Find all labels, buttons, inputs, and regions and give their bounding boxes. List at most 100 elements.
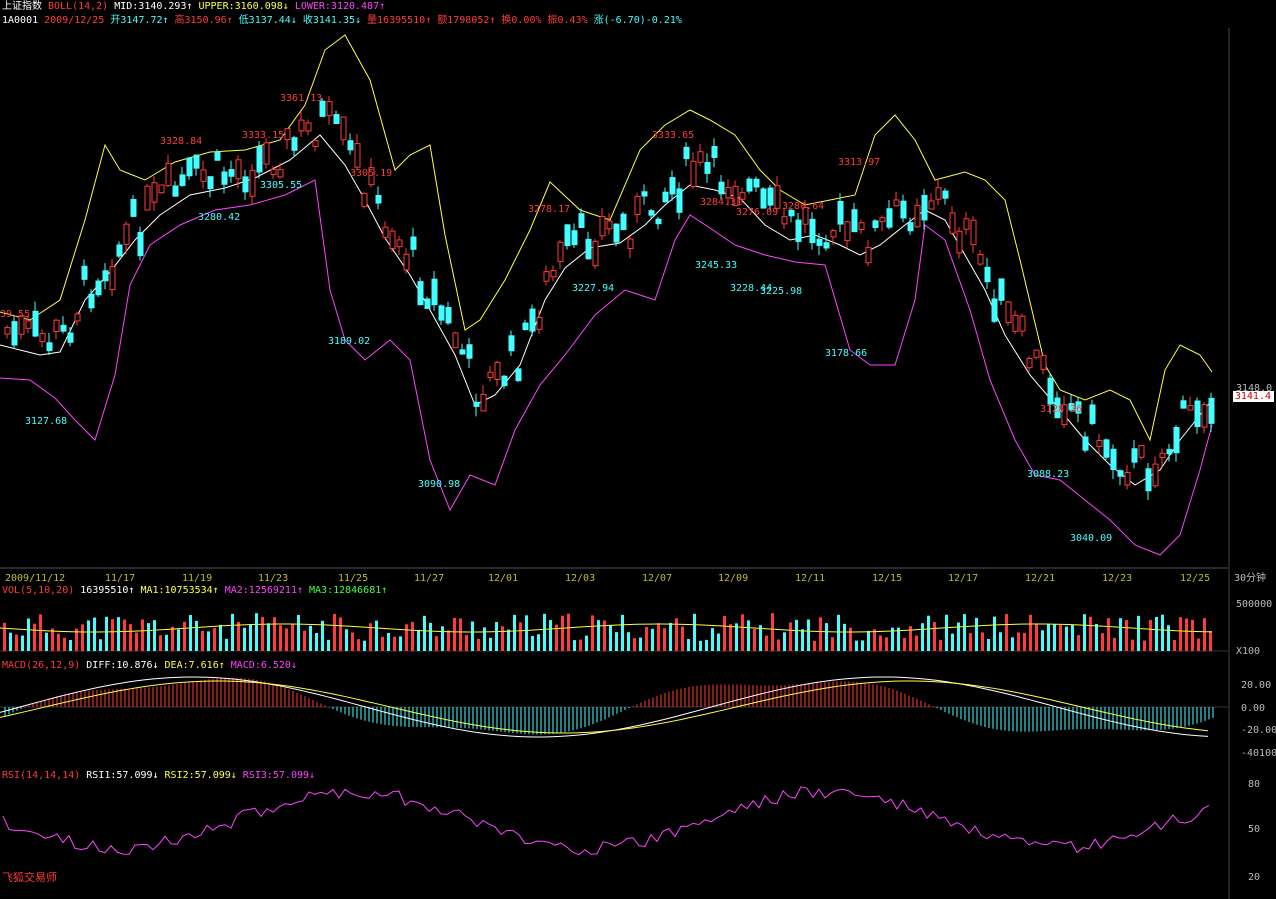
price-annotation-high: 3328.84 [160, 136, 202, 147]
price-annotation-low: 3225.98 [760, 286, 802, 297]
quote-high: 高3150.96↑ [174, 15, 233, 26]
candle-body [480, 393, 487, 412]
candle-body [207, 176, 214, 190]
vol-ma2: MA2:12569211↑ [224, 585, 303, 596]
time-axis-label: 11/19 [182, 573, 212, 584]
macd-axis-label: 0.00 [1241, 703, 1265, 714]
candle-body [424, 298, 431, 309]
candle-body [221, 171, 228, 185]
candle-body [900, 200, 907, 219]
candle-body [410, 236, 417, 250]
candle-body [872, 220, 879, 228]
period-label: 30分钟 [1234, 571, 1266, 584]
candle-body [1110, 448, 1117, 470]
candle-body [109, 266, 116, 291]
candle-body [130, 198, 137, 217]
candle-body [340, 116, 347, 141]
volume-bar [459, 618, 462, 651]
volume-bar [1077, 635, 1080, 651]
volume-bar [483, 627, 486, 651]
volume-bar [771, 613, 774, 651]
volume-bar [549, 620, 552, 651]
volume-bar [363, 640, 366, 651]
candle-body [823, 242, 830, 249]
volume-bar [261, 617, 264, 651]
volume-bar [201, 631, 204, 651]
candle-body [1124, 472, 1131, 486]
volume-bar [885, 637, 888, 651]
volume-bar [1089, 616, 1092, 651]
volume-bar [945, 614, 948, 651]
volume-bar [309, 625, 312, 651]
candle-body [781, 216, 788, 225]
candle-body [396, 239, 403, 248]
volume-bar [933, 622, 936, 651]
time-axis-label: 11/17 [105, 573, 135, 584]
volume-bar [831, 637, 834, 651]
volume-bar [489, 637, 492, 651]
candle-body [179, 174, 186, 186]
volume-bar [717, 633, 720, 651]
time-axis-label: 12/17 [948, 573, 978, 584]
volume-bar [501, 626, 504, 651]
price-annotation-high: 3333.65 [652, 130, 694, 141]
volume-bar [159, 635, 162, 651]
candle-body [431, 278, 438, 306]
volume-bar [1191, 619, 1194, 651]
candle-body [46, 342, 53, 352]
volume-bar [63, 637, 66, 651]
volume-bar [357, 639, 360, 651]
candle-body [256, 146, 263, 173]
candle-body [284, 128, 291, 141]
volume-bar [3, 622, 6, 651]
volume-bar [297, 614, 300, 651]
candle-body [53, 319, 60, 333]
volume-bar [1209, 631, 1212, 651]
volume-bar [579, 639, 582, 651]
candle-body [67, 332, 74, 343]
volume-bar [327, 639, 330, 651]
candle-body [39, 332, 46, 343]
volume-header: VOL(5,10,20) 16395510↑ MA1:10753534↑ MA2:12… [2, 585, 393, 597]
candle-body [1159, 452, 1166, 459]
volume-bar [213, 628, 216, 651]
time-axis-label: 11/27 [414, 573, 444, 584]
volume-bar [1155, 616, 1158, 651]
volume-bar [1059, 624, 1062, 651]
volume-bar [657, 623, 660, 651]
candle-body [508, 335, 515, 352]
candle-body [592, 240, 599, 267]
time-axis-label: 12/21 [1025, 573, 1055, 584]
candle-body [669, 177, 676, 195]
rsi-axis-label: 50 [1248, 824, 1260, 835]
candle-body [249, 169, 256, 197]
volume-bar [729, 624, 732, 651]
candle-body [298, 119, 305, 132]
volume-bar [135, 632, 138, 651]
volume-bar [687, 639, 690, 651]
volume-bar [453, 617, 456, 651]
volume-bar [45, 632, 48, 651]
candle-body [942, 190, 949, 199]
volume-bar [621, 614, 624, 651]
candle-body [683, 146, 690, 160]
stock-chart-canvas[interactable]: 39.55 3328.84 3333.15 3361.13 3305.19 3278.17… [0, 0, 1276, 899]
candle-body [599, 216, 606, 237]
volume-bar [741, 614, 744, 651]
candle-body [277, 169, 284, 178]
candle-body [81, 265, 88, 280]
volume-bar [471, 621, 474, 651]
candle-body [746, 178, 753, 192]
volume-bar [585, 635, 588, 651]
volume-bar [1047, 623, 1050, 651]
rsi-axis-label: 20 [1248, 872, 1260, 883]
candle-body [970, 219, 977, 246]
volume-bar [963, 614, 966, 651]
candle-body [382, 226, 389, 238]
volume-bar [969, 633, 972, 651]
volume-bar [1005, 614, 1008, 651]
candle-body [1047, 377, 1054, 405]
volume-bar [1107, 618, 1110, 651]
price-annotation-high: 3361.13 [280, 93, 322, 104]
candle-body [11, 321, 18, 346]
